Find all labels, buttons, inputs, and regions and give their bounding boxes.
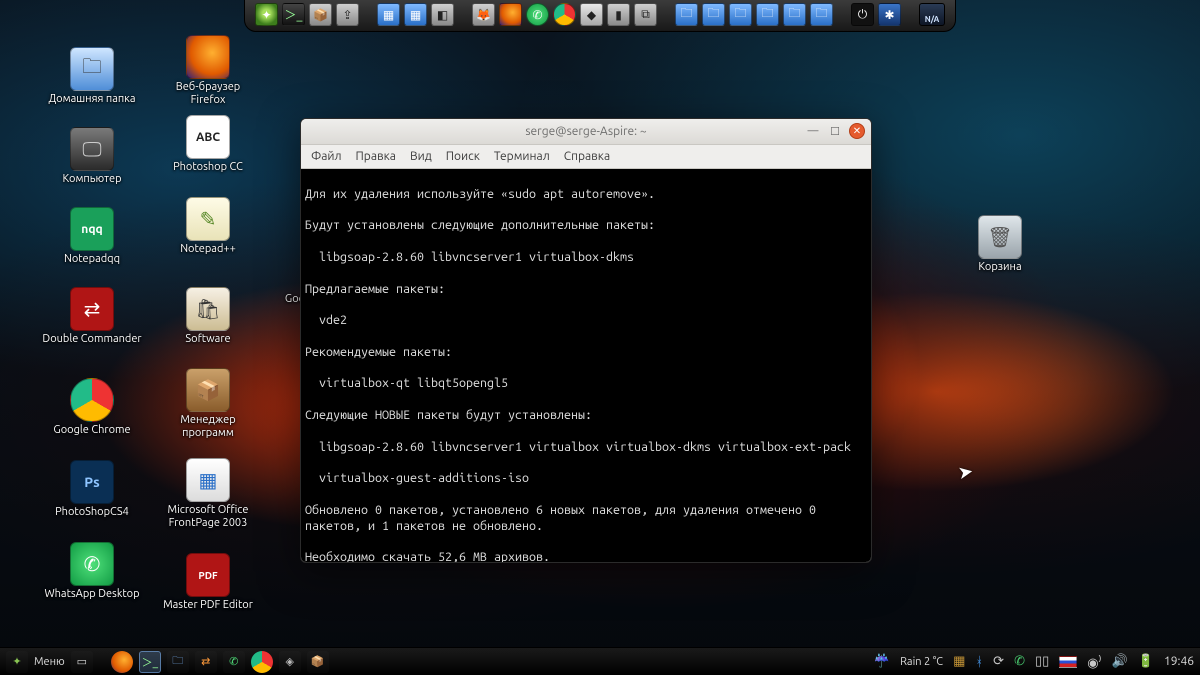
terminal-line: Будут установлены следующие дополнительн… bbox=[305, 218, 655, 232]
icon-label: Google Chrome bbox=[53, 424, 130, 437]
system-tray: ☔ Rain 2 °C ▦ ᚼ ⟳ ✆ ▯▯ ◉⁾ 🔊 🔋 19:46 bbox=[874, 653, 1194, 671]
terminal-line: virtualbox-qt libqt5opengl5 bbox=[305, 376, 508, 390]
panel-dc-icon[interactable]: ⇄ bbox=[195, 651, 217, 673]
terminal-line: vde2 bbox=[305, 313, 347, 327]
icon-label: Веб-браузер Firefox bbox=[158, 81, 258, 107]
panel-firefox-icon[interactable] bbox=[111, 651, 133, 673]
bottom-panel: ✦ Меню ▭ ＞_ 🗀 ⇄ ✆ ◈ 📦 ☔ Rain 2 °C ▦ ᚼ ⟳ … bbox=[0, 647, 1200, 675]
menu-edit[interactable]: Правка bbox=[356, 150, 396, 163]
abc-icon: ABC bbox=[186, 115, 230, 159]
panel-show-desktop-icon[interactable]: ▭ bbox=[71, 651, 93, 673]
software-icon: 🛍 bbox=[186, 287, 230, 331]
photoshopcs4-icon: Ps bbox=[70, 460, 114, 504]
menu-view[interactable]: Вид bbox=[410, 150, 432, 163]
window-close-button[interactable]: ✕ bbox=[849, 123, 865, 139]
icon-notepadpp[interactable]: ✎ Notepad++ bbox=[158, 197, 258, 256]
icon-home-folder[interactable]: 🗀 Домашняя папка bbox=[42, 47, 142, 106]
icon-label: Double Commander bbox=[42, 333, 141, 346]
icon-label: Photoshop CC bbox=[173, 161, 243, 174]
panel-files-icon[interactable]: 🗀 bbox=[167, 651, 189, 673]
notepadpp-icon: ✎ bbox=[186, 197, 230, 241]
computer-icon: 🖵 bbox=[70, 127, 114, 171]
icon-package-manager[interactable]: 📦 Менеджер программ bbox=[158, 368, 258, 440]
icon-label: Master PDF Editor bbox=[163, 599, 253, 612]
panel-chrome-icon[interactable] bbox=[251, 651, 273, 673]
panel-terminal-icon[interactable]: ＞_ bbox=[139, 651, 161, 673]
icon-firefox[interactable]: Веб-браузер Firefox bbox=[158, 35, 258, 107]
terminal-line: Следующие НОВЫЕ пакеты будут установлены… bbox=[305, 408, 592, 422]
icon-label: Notepadqq bbox=[64, 253, 120, 266]
tray-updates-icon[interactable]: ⟳ bbox=[993, 654, 1004, 669]
tray-weather-icon[interactable]: ☔ bbox=[874, 654, 890, 669]
icon-label: Менеджер программ bbox=[158, 414, 258, 440]
terminal-line: virtualbox-guest-additions-iso bbox=[305, 471, 529, 485]
terminal-title: serge@serge-Aspire: ~ bbox=[525, 125, 646, 138]
panel-whatsapp-icon[interactable]: ✆ bbox=[223, 651, 245, 673]
terminal-line: Необходимо скачать 52,6 MB архивов. bbox=[305, 550, 550, 562]
tray-battery-icon[interactable]: 🔋 bbox=[1138, 654, 1154, 669]
menu-search[interactable]: Поиск bbox=[446, 150, 480, 163]
icon-trash[interactable]: 🗑 Корзина bbox=[950, 215, 1050, 274]
terminal-window[interactable]: serge@serge-Aspire: ~ — ☐ ✕ Файл Правка … bbox=[300, 118, 872, 563]
terminal-body[interactable]: Для их удаления используйте «sudo apt au… bbox=[301, 169, 871, 562]
tray-workspace-icon[interactable]: ▦ bbox=[953, 654, 965, 669]
whatsapp-icon: ✆ bbox=[70, 542, 114, 586]
icon-double-commander[interactable]: ⇄ Double Commander bbox=[42, 287, 142, 346]
icon-label: Notepad++ bbox=[180, 243, 236, 256]
icon-label: Microsoft Office FrontPage 2003 bbox=[158, 504, 258, 530]
tray-bluetooth-icon[interactable]: ᚼ bbox=[975, 655, 983, 669]
tray-volume-icon[interactable]: 🔊 bbox=[1112, 654, 1128, 669]
icon-label: Корзина bbox=[978, 261, 1021, 274]
terminal-line: libgsoap-2.8.60 libvncserver1 virtualbox… bbox=[305, 250, 634, 264]
frontpage-icon: ▦ bbox=[186, 458, 230, 502]
terminal-line: Предлагаемые пакеты: bbox=[305, 282, 445, 296]
icon-photoshopcs4[interactable]: Ps PhotoShopCS4 bbox=[42, 460, 142, 519]
icon-software[interactable]: 🛍 Software bbox=[158, 287, 258, 346]
icon-photoshop-cc[interactable]: ABC Photoshop CC bbox=[158, 115, 258, 174]
panel-package-icon[interactable]: 📦 bbox=[307, 651, 329, 673]
trash-icon: 🗑 bbox=[978, 215, 1022, 259]
tray-keyboard-flag-icon[interactable] bbox=[1059, 656, 1077, 668]
firefox-icon bbox=[186, 35, 230, 79]
icon-label: WhatsApp Desktop bbox=[44, 588, 139, 601]
menu-file[interactable]: Файл bbox=[311, 150, 342, 163]
icon-notepadqq[interactable]: nqq Notepadqq bbox=[42, 207, 142, 266]
terminal-line: Для их удаления используйте «sudo apt au… bbox=[305, 187, 655, 201]
window-minimize-button[interactable]: — bbox=[805, 123, 821, 139]
icon-frontpage[interactable]: ▦ Microsoft Office FrontPage 2003 bbox=[158, 458, 258, 530]
panel-shield-icon[interactable]: ◈ bbox=[279, 651, 301, 673]
package-manager-icon: 📦 bbox=[186, 368, 230, 412]
window-maximize-button[interactable]: ☐ bbox=[827, 123, 843, 139]
terminal-titlebar[interactable]: serge@serge-Aspire: ~ — ☐ ✕ bbox=[301, 119, 871, 145]
folder-icon: 🗀 bbox=[70, 47, 114, 91]
panel-menu-label[interactable]: Меню bbox=[34, 656, 65, 668]
double-commander-icon: ⇄ bbox=[70, 287, 114, 331]
chrome-icon bbox=[70, 378, 114, 422]
tray-wifi-icon[interactable]: ◉⁾ bbox=[1087, 653, 1101, 671]
icon-master-pdf[interactable]: PDF Master PDF Editor bbox=[158, 553, 258, 612]
icon-label: Домашняя папка bbox=[48, 93, 135, 106]
terminal-menubar: Файл Правка Вид Поиск Терминал Справка bbox=[301, 145, 871, 169]
tray-clock[interactable]: 19:46 bbox=[1164, 655, 1194, 668]
icon-label: PhotoShopCS4 bbox=[55, 506, 129, 519]
tray-weather-text[interactable]: Rain 2 °C bbox=[900, 656, 943, 668]
icon-label: Software bbox=[185, 333, 230, 346]
panel-mint-icon[interactable]: ✦ bbox=[6, 651, 28, 673]
tray-cpu-icon[interactable]: ▯▯ bbox=[1035, 654, 1049, 669]
icon-label: Компьютер bbox=[62, 173, 121, 186]
tray-whatsapp-icon[interactable]: ✆ bbox=[1014, 654, 1025, 669]
terminal-line: Рекомендуемые пакеты: bbox=[305, 345, 452, 359]
icon-whatsapp-desktop[interactable]: ✆ WhatsApp Desktop bbox=[42, 542, 142, 601]
terminal-line: Обновлено 0 пакетов, установлено 6 новых… bbox=[305, 503, 823, 533]
menu-help[interactable]: Справка bbox=[564, 150, 610, 163]
menu-terminal[interactable]: Терминал bbox=[494, 150, 550, 163]
notepadqq-icon: nqq bbox=[70, 207, 114, 251]
icon-google-chrome[interactable]: Google Chrome bbox=[42, 378, 142, 437]
master-pdf-icon: PDF bbox=[186, 553, 230, 597]
icon-computer[interactable]: 🖵 Компьютер bbox=[42, 127, 142, 186]
terminal-line: libgsoap-2.8.60 libvncserver1 virtualbox… bbox=[305, 440, 851, 454]
